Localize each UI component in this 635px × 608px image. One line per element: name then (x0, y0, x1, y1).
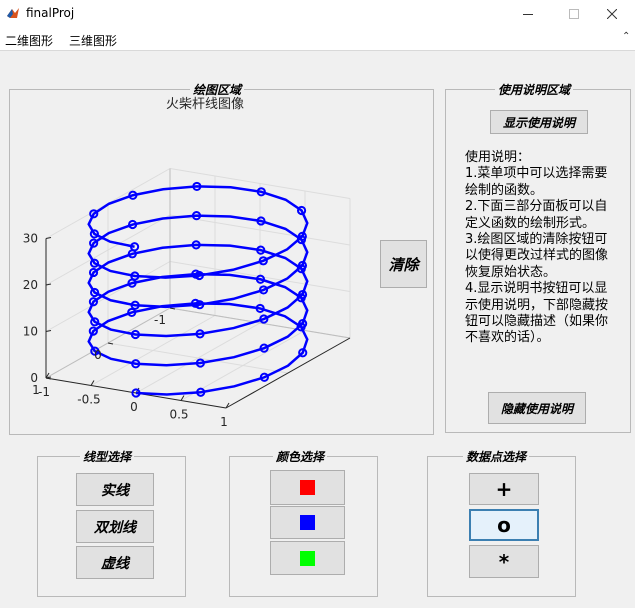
red-swatch (300, 480, 315, 495)
help-panel-title: 使用说明区域 (495, 81, 574, 98)
show-instructions-button[interactable]: 显示使用说明 (490, 110, 588, 134)
chevron-up-icon[interactable]: ⌃ (622, 31, 630, 42)
green-color-button[interactable] (270, 541, 345, 575)
plot-panel-title: 绘图区域 (190, 81, 245, 98)
menu-item-3d[interactable]: 三维图形 (69, 32, 117, 49)
blue-color-button[interactable] (270, 506, 345, 539)
plus-marker-button[interactable]: + (469, 473, 539, 505)
red-color-button[interactable] (270, 470, 345, 505)
instructions-text: 使用说明： 1.菜单项中可以选择需要绘制的函数。 2.下面三部分面板可以自定义函… (465, 150, 609, 346)
menu-bar: 二维图形 三维图形 ⌃ (0, 28, 635, 51)
dashed-line-button[interactable]: 虚线 (76, 546, 154, 579)
color-panel-title: 颜色选择 (273, 448, 328, 465)
close-button[interactable] (589, 0, 635, 28)
maximize-icon (569, 9, 579, 19)
dash-dot-line-button[interactable]: 双划线 (76, 510, 154, 543)
minimize-icon (523, 14, 533, 15)
star-marker-button[interactable]: * (469, 545, 539, 578)
marker-panel-title: 数据点选择 (463, 448, 530, 465)
plot-panel (9, 89, 434, 435)
blue-swatch (300, 515, 315, 530)
close-icon (607, 9, 617, 19)
green-swatch (300, 550, 315, 566)
circle-marker-button[interactable]: o (469, 509, 539, 541)
solid-line-button[interactable]: 实线 (76, 473, 154, 506)
title-bar: finalProj (0, 0, 635, 28)
minimize-button[interactable] (505, 0, 551, 28)
clear-button[interactable]: 清除 (380, 240, 427, 288)
matlab-app-icon (7, 8, 19, 18)
hide-instructions-button[interactable]: 隐藏使用说明 (488, 392, 586, 424)
line-style-panel-title: 线型选择 (80, 448, 135, 465)
menu-item-2d[interactable]: 二维图形 (5, 32, 53, 49)
window-title: finalProj (26, 6, 75, 20)
